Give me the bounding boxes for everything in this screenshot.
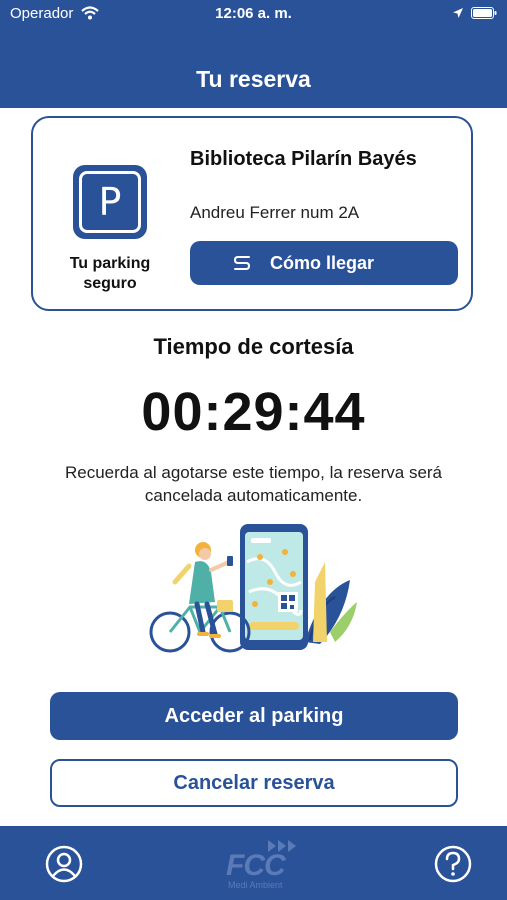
battery-icon xyxy=(471,7,497,19)
access-parking-button[interactable]: Acceder al parking xyxy=(50,692,458,740)
profile-icon[interactable] xyxy=(45,845,83,883)
logo-subtext: Medi Ambient xyxy=(228,880,283,890)
parking-caption: Tu parking seguro xyxy=(69,255,151,292)
route-icon xyxy=(233,256,251,270)
directions-label: Cómo llegar xyxy=(270,253,375,273)
help-icon[interactable] xyxy=(434,845,472,883)
parking-card: P Tu parking seguro Biblioteca Pilarín B… xyxy=(31,116,473,311)
parking-icon-letter: P xyxy=(79,171,141,233)
page-title: Tu reserva xyxy=(196,66,311,92)
cyclist-map-illustration xyxy=(149,524,357,653)
courtesy-title: Tiempo de cortesía xyxy=(153,334,354,359)
parking-icon: P xyxy=(73,165,147,239)
parking-name: Biblioteca Pilarín Bayés xyxy=(190,148,417,170)
status-bar: Operador 12:06 a. m. xyxy=(0,0,507,28)
header-bar: Operador 12:06 a. m. Tu reserva xyxy=(0,0,507,108)
countdown-timer: 00:29:44 xyxy=(141,382,366,442)
bottom-tab-bar: FCC Medi Ambient xyxy=(0,826,507,900)
fcc-logo: FCC Medi Ambient xyxy=(224,836,304,894)
directions-button[interactable]: Cómo llegar xyxy=(190,241,458,285)
location-arrow-icon xyxy=(453,8,463,18)
parking-address: Andreu Ferrer num 2A xyxy=(190,203,360,222)
logo-text: FCC xyxy=(226,849,286,882)
cancel-reservation-button[interactable]: Cancelar reserva xyxy=(50,759,458,807)
cancellation-notice: Recuerda al agotarse este tiempo, la res… xyxy=(64,463,443,505)
status-time: 12:06 a. m. xyxy=(215,5,292,22)
